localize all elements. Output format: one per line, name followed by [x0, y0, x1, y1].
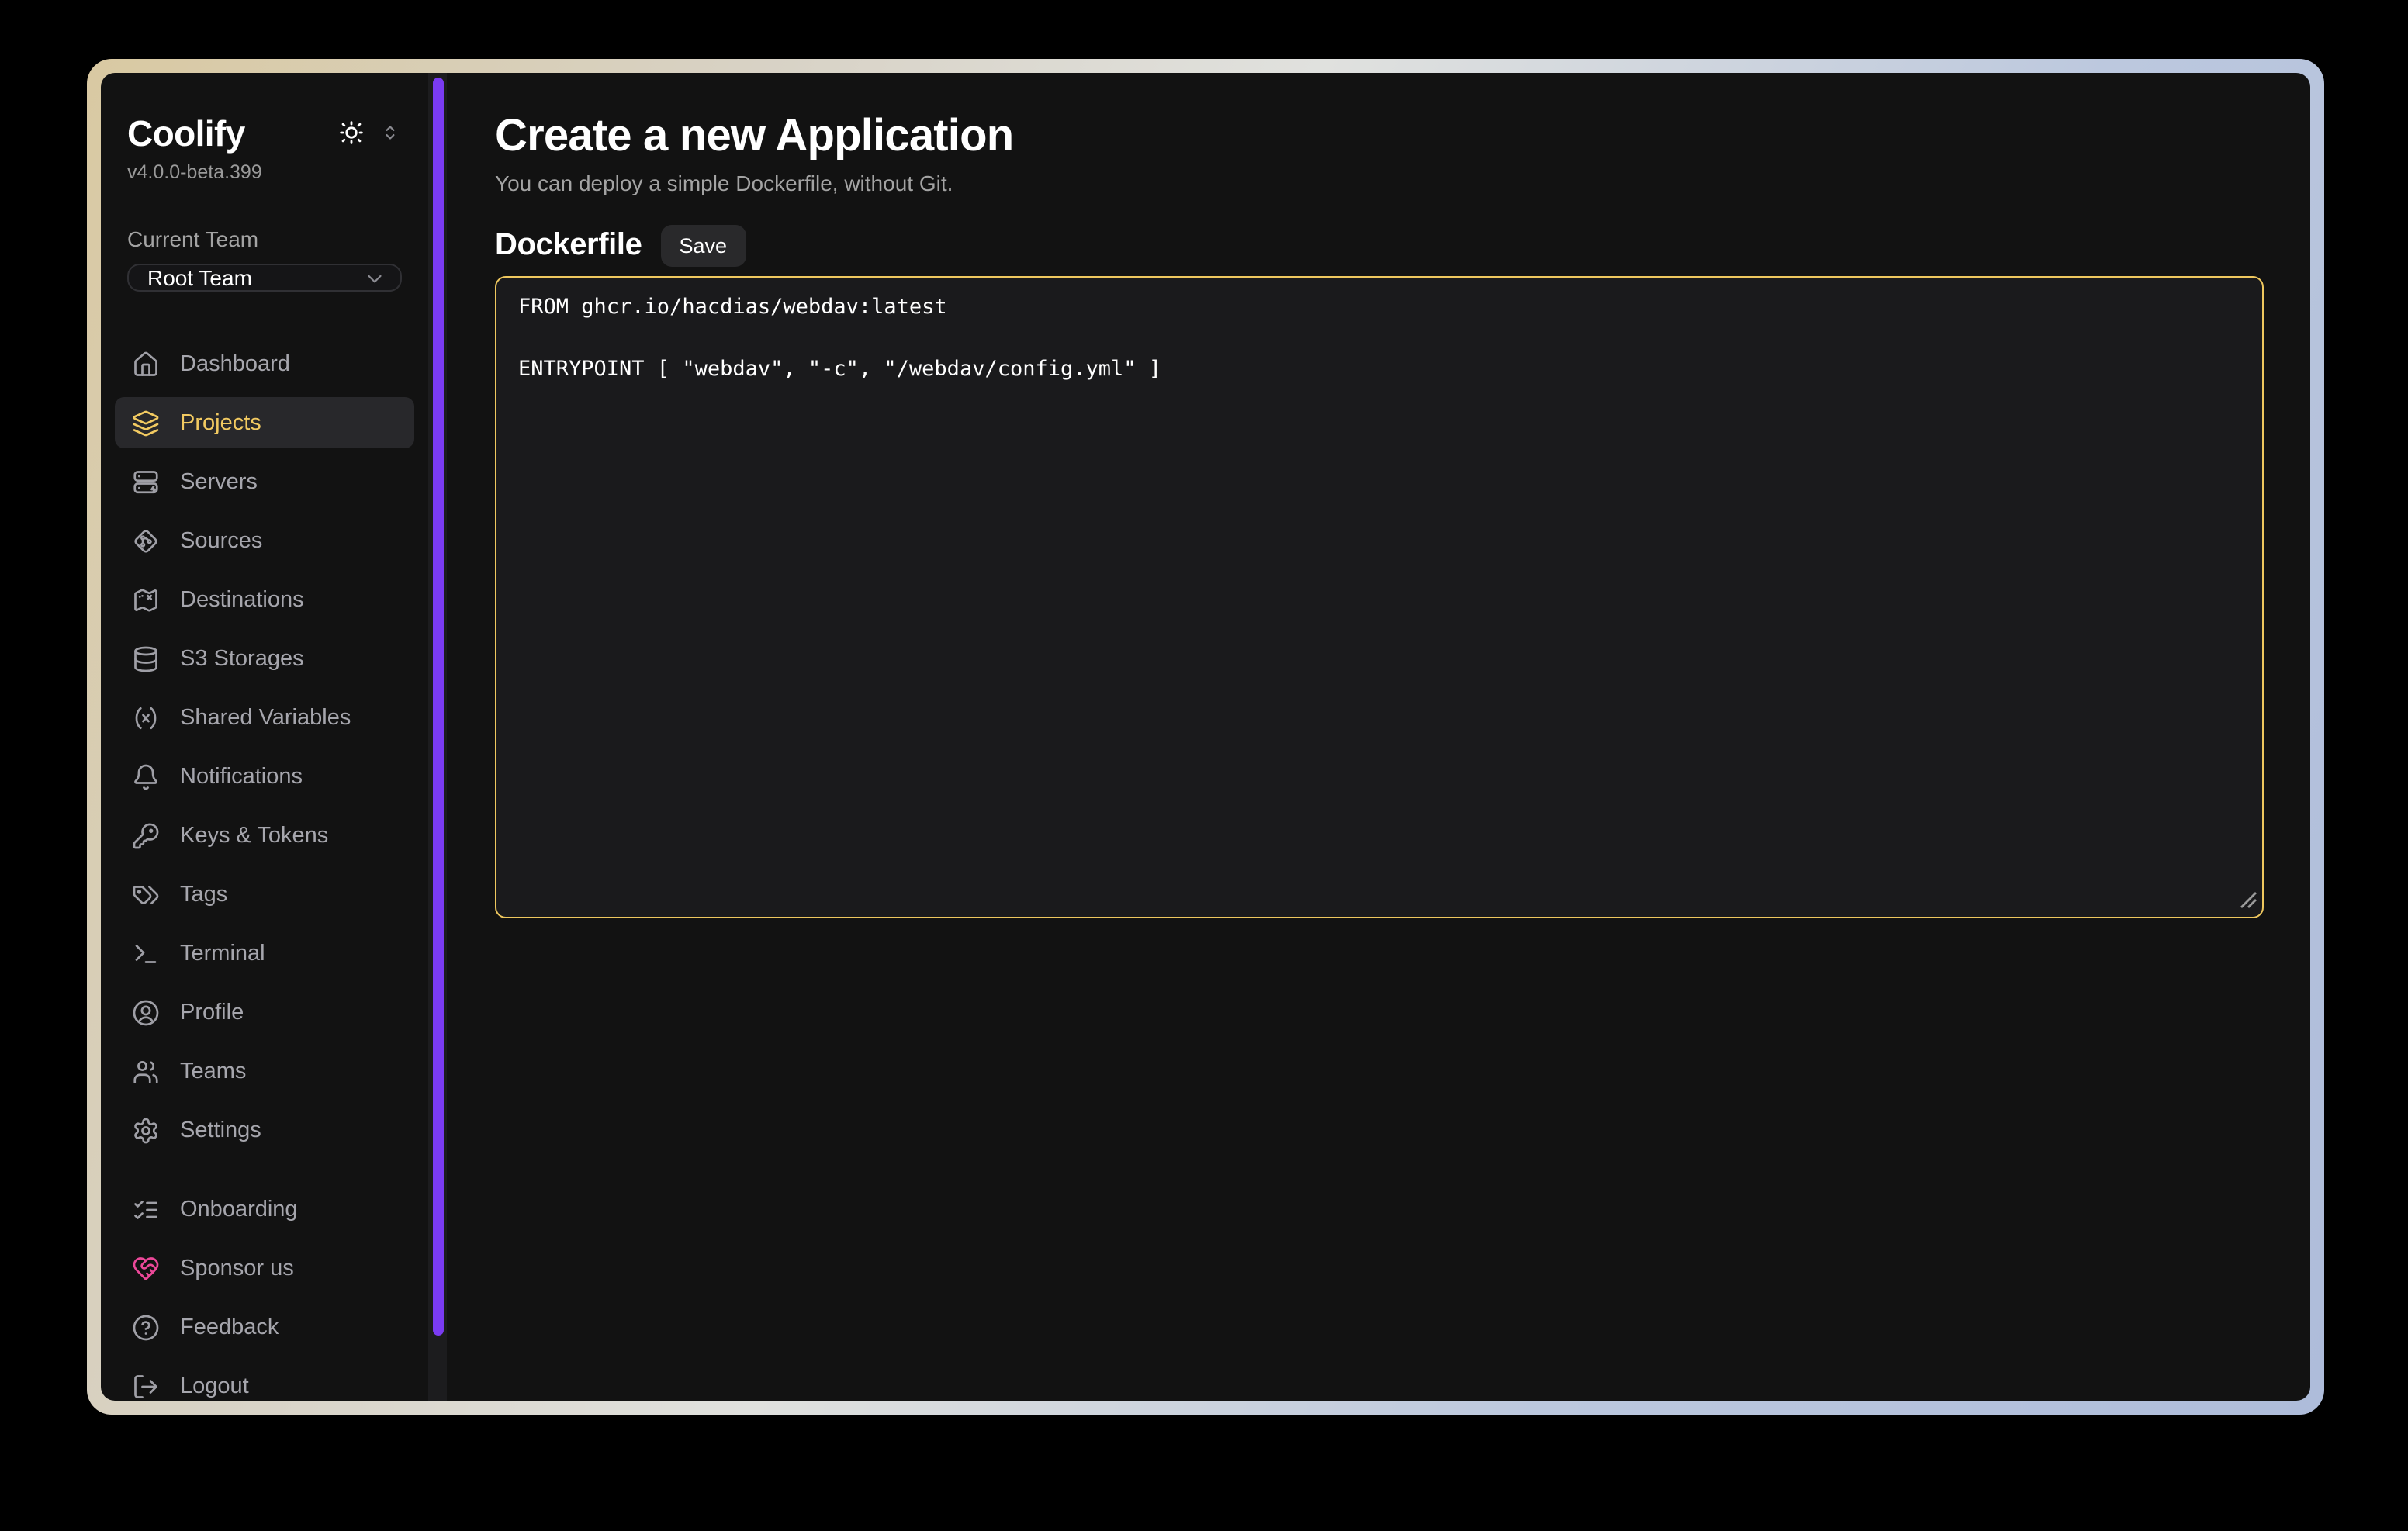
sidebar-item-label: Dashboard [180, 351, 290, 376]
dockerfile-editor[interactable]: FROM ghcr.io/hacdias/webdav:latest ENTRY… [495, 276, 2264, 918]
sidebar-nav: Dashboard Projects Servers Sources [115, 338, 414, 1401]
dockerfile-editor-wrap: FROM ghcr.io/hacdias/webdav:latest ENTRY… [495, 276, 2264, 918]
sidebar-item-tags[interactable]: Tags [115, 869, 414, 920]
sidebar-item-label: S3 Storages [180, 646, 304, 671]
sidebar-item-dashboard[interactable]: Dashboard [115, 338, 414, 389]
sidebar-item-label: Teams [180, 1059, 246, 1083]
sidebar-item-profile[interactable]: Profile [115, 987, 414, 1038]
desktop: Coolify [0, 0, 2408, 1531]
heart-handshake-icon [132, 1254, 160, 1282]
sidebar-scrollbar-thumb[interactable] [432, 78, 443, 1336]
section-title-dockerfile: Dockerfile [495, 228, 642, 264]
bell-icon [132, 762, 160, 790]
sidebar-item-label: Sources [180, 528, 262, 553]
sidebar-item-projects[interactable]: Projects [115, 397, 414, 448]
home-icon [132, 350, 160, 378]
save-button[interactable]: Save [660, 225, 746, 267]
chevrons-up-down-icon [379, 121, 402, 144]
logout-icon [132, 1372, 160, 1400]
sidebar-item-servers[interactable]: Servers [115, 456, 414, 507]
sidebar-item-label: Projects [180, 410, 261, 435]
main-content: Create a new Application You can deploy … [447, 73, 2310, 1401]
current-team-label: Current Team [115, 228, 414, 251]
page-subtitle: You can deploy a simple Dockerfile, with… [495, 171, 2264, 197]
sidebar-item-settings[interactable]: Settings [115, 1104, 414, 1156]
sidebar-item-onboarding[interactable]: Onboarding [115, 1184, 414, 1235]
sidebar-item-s3-storages[interactable]: S3 Storages [115, 633, 414, 684]
window-frame: Coolify [87, 59, 2324, 1415]
users-icon [132, 1057, 160, 1085]
list-checks-icon [132, 1195, 160, 1223]
sidebar-item-label: Servers [180, 469, 258, 494]
sidebar-item-label: Tags [180, 882, 227, 907]
sidebar-item-label: Feedback [180, 1315, 279, 1339]
git-diamond-icon [132, 527, 160, 555]
tags-icon [132, 880, 160, 908]
team-select-value: Root Team [147, 265, 252, 290]
map-icon [132, 586, 160, 613]
sidebar-item-label: Logout [180, 1374, 249, 1398]
sidebar-item-label: Settings [180, 1118, 261, 1142]
database-icon [132, 645, 160, 672]
variable-icon [132, 703, 160, 731]
sidebar-item-label: Notifications [180, 764, 303, 789]
sidebar-item-label: Destinations [180, 587, 304, 612]
coolify-app-window: Coolify [101, 73, 2310, 1401]
sidebar-item-label: Onboarding [180, 1197, 298, 1222]
sidebar-item-label: Terminal [180, 941, 265, 966]
key-icon [132, 821, 160, 849]
sidebar-item-label: Keys & Tokens [180, 823, 328, 848]
sidebar-item-label: Shared Variables [180, 705, 351, 730]
sidebar: Coolify [101, 73, 428, 1401]
sun-icon [338, 119, 365, 146]
terminal-icon [132, 939, 160, 967]
sidebar-item-feedback[interactable]: Feedback [115, 1301, 414, 1353]
sidebar-item-notifications[interactable]: Notifications [115, 751, 414, 802]
logo-row: Coolify [115, 112, 414, 155]
help-circle-icon [132, 1313, 160, 1341]
sidebar-item-logout[interactable]: Logout [115, 1360, 414, 1401]
sidebar-item-destinations[interactable]: Destinations [115, 574, 414, 625]
layers-icon [132, 409, 160, 437]
server-icon [132, 468, 160, 496]
chevron-down-icon [363, 266, 386, 289]
sidebar-item-teams[interactable]: Teams [115, 1045, 414, 1097]
sidebar-item-terminal[interactable]: Terminal [115, 928, 414, 979]
app-version: v4.0.0-beta.399 [115, 160, 414, 185]
user-circle-icon [132, 998, 160, 1026]
sidebar-item-label: Sponsor us [180, 1256, 294, 1280]
page-title: Create a new Application [495, 110, 2264, 163]
sidebar-item-sponsor-us[interactable]: Sponsor us [115, 1242, 414, 1294]
sidebar-item-sources[interactable]: Sources [115, 515, 414, 566]
gear-icon [132, 1116, 160, 1144]
team-select[interactable]: Root Team [127, 264, 402, 292]
nav-group-divider [115, 1163, 414, 1184]
sidebar-item-shared-variables[interactable]: Shared Variables [115, 692, 414, 743]
sidebar-item-label: Profile [180, 1000, 244, 1025]
theme-toggle-button[interactable] [338, 119, 365, 146]
app-logo: Coolify [127, 112, 245, 155]
sidebar-collapse-button[interactable] [379, 121, 402, 144]
sidebar-scrollbar-track [428, 73, 447, 1401]
sidebar-item-keys-tokens[interactable]: Keys & Tokens [115, 810, 414, 861]
